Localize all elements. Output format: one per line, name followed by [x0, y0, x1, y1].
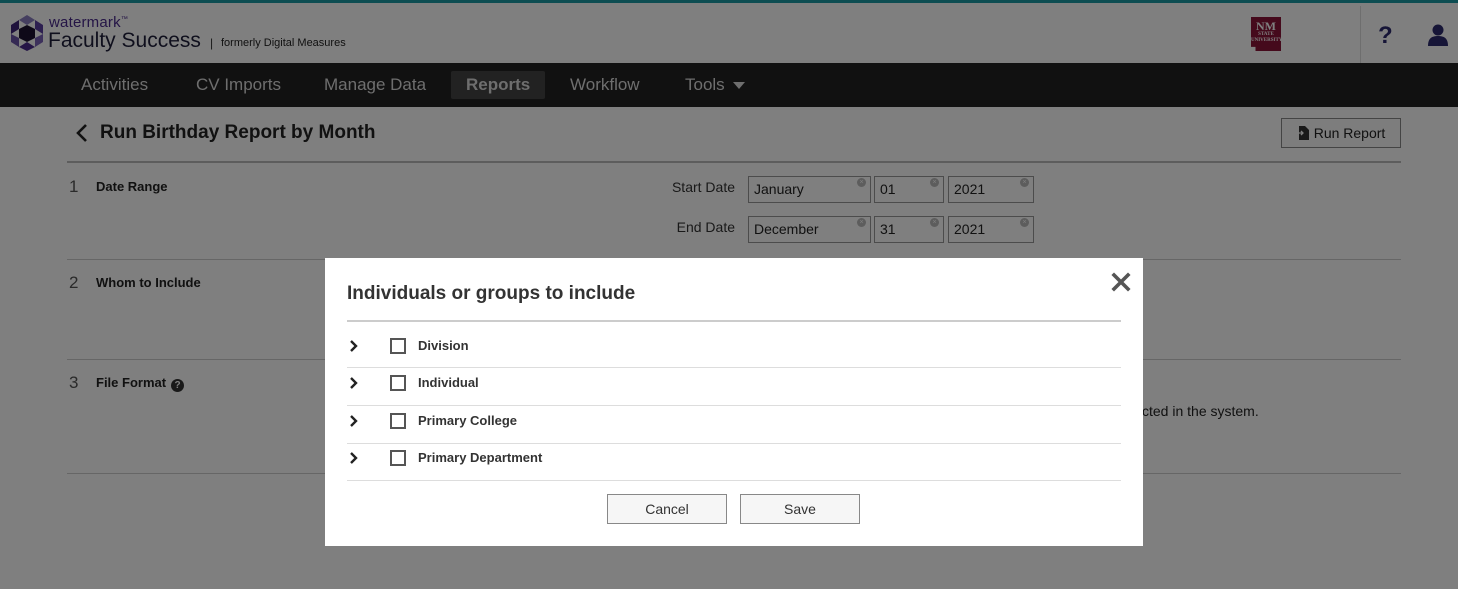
- tree-item-label: Individual: [418, 375, 479, 390]
- tree-item-primary-college: Primary College: [347, 403, 1121, 440]
- tree-item-label: Primary College: [418, 413, 517, 428]
- save-button[interactable]: Save: [740, 494, 860, 524]
- tree-item-division: Division: [347, 328, 1121, 365]
- close-icon[interactable]: [1109, 270, 1133, 294]
- checkbox-individual[interactable]: [390, 375, 406, 391]
- dialog-title-divider: [347, 320, 1121, 322]
- chevron-right-icon[interactable]: [349, 339, 359, 353]
- chevron-right-icon[interactable]: [349, 451, 359, 465]
- chevron-right-icon[interactable]: [349, 376, 359, 390]
- checkbox-division[interactable]: [390, 338, 406, 354]
- dialog-title: Individuals or groups to include: [347, 283, 636, 304]
- tree-item-primary-department: Primary Department: [347, 440, 1121, 477]
- tree-item-individual: Individual: [347, 365, 1121, 402]
- cancel-button[interactable]: Cancel: [607, 494, 727, 524]
- include-dialog: Individuals or groups to include Divisio…: [325, 258, 1143, 546]
- checkbox-primary-college[interactable]: [390, 413, 406, 429]
- chevron-right-icon[interactable]: [349, 414, 359, 428]
- checkbox-primary-department[interactable]: [390, 450, 406, 466]
- tree-item-label: Primary Department: [418, 450, 543, 465]
- tree-item-label: Division: [418, 338, 469, 353]
- row-divider: [347, 480, 1121, 481]
